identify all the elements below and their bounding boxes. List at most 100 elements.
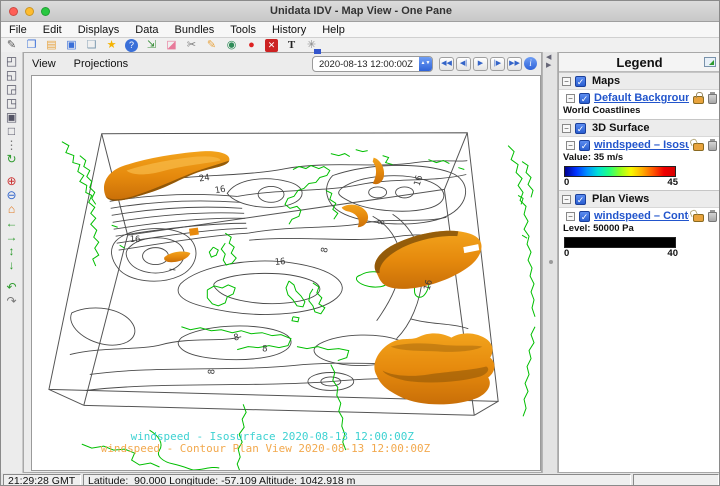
panel-splitter[interactable]: ◀ ▶ [542, 52, 558, 473]
clock-display: 21:29:28 GMT [3, 474, 81, 486]
category-label: Plan Views [592, 193, 649, 205]
lock-open-icon[interactable] [693, 143, 704, 151]
maps-visibility-checkbox[interactable] [575, 76, 586, 87]
menu-edit[interactable]: Edit [43, 24, 62, 36]
show-dashboard-icon[interactable]: ✎ [5, 39, 18, 52]
favorites-star-icon[interactable]: ★ [105, 39, 118, 52]
time-spinner[interactable]: ▲▼ [419, 57, 432, 71]
perspective-box-icon[interactable]: □ [4, 124, 20, 138]
window-title: Unidata IDV - Map View - One Pane [1, 5, 720, 17]
legend-panel: Legend Maps Default Background Maps Worl… [558, 52, 720, 473]
collapse-icon[interactable] [566, 94, 575, 103]
help-icon[interactable]: ? [125, 39, 138, 52]
legend-item-default-background-maps: Default Background Maps [559, 90, 720, 105]
minimize-window-button[interactable] [25, 7, 34, 16]
text-tool-icon[interactable]: T [285, 39, 298, 52]
menu-bundles[interactable]: Bundles [175, 24, 215, 36]
map-view-header: View Projections 2020-08-13 12:00:00Z ▲▼… [24, 53, 541, 74]
svg-text:16: 16 [214, 185, 226, 197]
zoom-out-icon[interactable]: ⊖ [4, 188, 20, 202]
colorbar-min: 0 [564, 248, 569, 259]
stop-delete-icon[interactable]: ✕ [265, 39, 278, 52]
zoom-window-button[interactable] [41, 7, 50, 16]
legend-title: Legend [616, 55, 662, 70]
pan-vertical-icon[interactable]: ↕ [4, 244, 20, 258]
close-window-button[interactable] [9, 7, 18, 16]
go-to-start-button[interactable]: ◀◀ [439, 57, 454, 71]
collapse-right-icon[interactable]: ▶ [546, 62, 551, 69]
zoom-in-icon[interactable]: ⊕ [4, 174, 20, 188]
display-link[interactable]: Default Background Maps [594, 92, 689, 104]
menu-help[interactable]: Help [322, 24, 345, 36]
open-file-icon[interactable]: ▤ [45, 39, 58, 52]
menu-data[interactable]: Data [135, 24, 158, 36]
auto-rotate-icon[interactable]: ↻ [4, 152, 20, 166]
item-visibility-checkbox[interactable] [579, 211, 590, 222]
map-3d-canvas[interactable]: 24 16 16 8 16 16 8 8 8 16 8 windspeed - … [31, 75, 541, 471]
copy-icon[interactable]: ❑ [85, 39, 98, 52]
trash-icon[interactable] [708, 141, 717, 151]
menu-file[interactable]: File [9, 24, 27, 36]
lock-open-icon[interactable] [693, 214, 704, 222]
view-toolbar: ◰ ◱ ◲ ◳ ▣ □ ⋮ ↻ ⊕ ⊖ ⌂ ← → ↕ ↓ ↶ ↷ [1, 52, 23, 473]
projections-menu[interactable]: Projections [74, 58, 128, 70]
float-legend-icon[interactable] [704, 57, 716, 67]
top-view-icon[interactable]: ▣ [4, 110, 20, 124]
collapse-icon[interactable] [566, 212, 575, 221]
splitter-handle[interactable] [549, 260, 553, 264]
item-visibility-checkbox[interactable] [579, 93, 590, 104]
lock-closed-icon[interactable] [693, 96, 704, 104]
status-bar: 21:29:28 GMT Latitude: 90.000 Longitude:… [1, 473, 720, 486]
collapse-icon[interactable] [566, 141, 575, 150]
view-menu[interactable]: View [32, 58, 56, 70]
collapse-left-icon[interactable]: ◀ [546, 54, 551, 61]
trash-icon[interactable] [708, 212, 717, 222]
menu-history[interactable]: History [272, 24, 306, 36]
rotate-view-c-icon[interactable]: ◲ [4, 82, 20, 96]
go-to-end-button[interactable]: ▶▶ [507, 57, 522, 71]
rotate-view-d-icon[interactable]: ◳ [4, 96, 20, 110]
cut-scissors-icon[interactable]: ✂ [185, 39, 198, 52]
pan-left-icon[interactable]: ← [4, 216, 20, 230]
rotate-view-b-icon[interactable]: ◱ [4, 68, 20, 82]
time-slider-marker[interactable] [314, 49, 321, 54]
animation-properties-button[interactable]: i [524, 57, 537, 70]
collapse-icon[interactable] [562, 195, 571, 204]
pan-right-icon[interactable]: → [4, 230, 20, 244]
item-visibility-checkbox[interactable] [579, 140, 590, 151]
map-3d-scene: 24 16 16 8 16 16 8 8 8 16 8 windspeed - … [32, 76, 540, 470]
record-icon[interactable]: ● [245, 39, 258, 52]
rainbow-colorbar[interactable] [564, 166, 676, 177]
add-display-icon[interactable]: ❐ [25, 39, 38, 52]
vertical-scale-icon[interactable]: ⋮ [4, 138, 20, 152]
menu-displays[interactable]: Displays [78, 24, 120, 36]
redo-view-icon[interactable]: ↷ [4, 294, 20, 308]
trash-icon[interactable] [708, 94, 717, 104]
rotate-view-a-icon[interactable]: ◰ [4, 54, 20, 68]
play-button[interactable]: ▶ [473, 57, 488, 71]
step-forward-button[interactable]: |▶ [490, 57, 505, 71]
plan-views-visibility-checkbox[interactable] [575, 194, 586, 205]
pan-down-icon[interactable]: ↓ [4, 258, 20, 272]
surface-visibility-checkbox[interactable] [575, 123, 586, 134]
save-icon[interactable]: ▣ [65, 39, 78, 52]
step-back-button[interactable]: ◀| [456, 57, 471, 71]
isosurface-colorbar[interactable]: 0 45 [559, 166, 720, 190]
export-icon[interactable]: ⇲ [145, 39, 158, 52]
status-extra-cell [633, 474, 719, 486]
eraser-icon[interactable]: ◪ [165, 39, 178, 52]
pencil-icon[interactable]: ✎ [205, 39, 218, 52]
collapse-icon[interactable] [562, 77, 571, 86]
black-colorbar[interactable] [564, 237, 676, 248]
globe-icon[interactable]: ◉ [225, 39, 238, 52]
undo-view-icon[interactable]: ↶ [4, 280, 20, 294]
display-link[interactable]: windspeed – Contour Pl... [594, 210, 689, 222]
menu-tools[interactable]: Tools [230, 24, 256, 36]
legend-item-windspeed-contour-plan: windspeed – Contour Pl... [559, 208, 720, 223]
collapse-icon[interactable] [562, 124, 571, 133]
time-selector[interactable]: 2020-08-13 12:00:00Z ▲▼ [312, 56, 433, 72]
contour-colorbar[interactable]: 0 40 [559, 237, 720, 261]
home-view-icon[interactable]: ⌂ [4, 202, 20, 216]
display-link[interactable]: windspeed – Isosurface [594, 139, 689, 151]
title-bar: Unidata IDV - Map View - One Pane [1, 1, 720, 22]
